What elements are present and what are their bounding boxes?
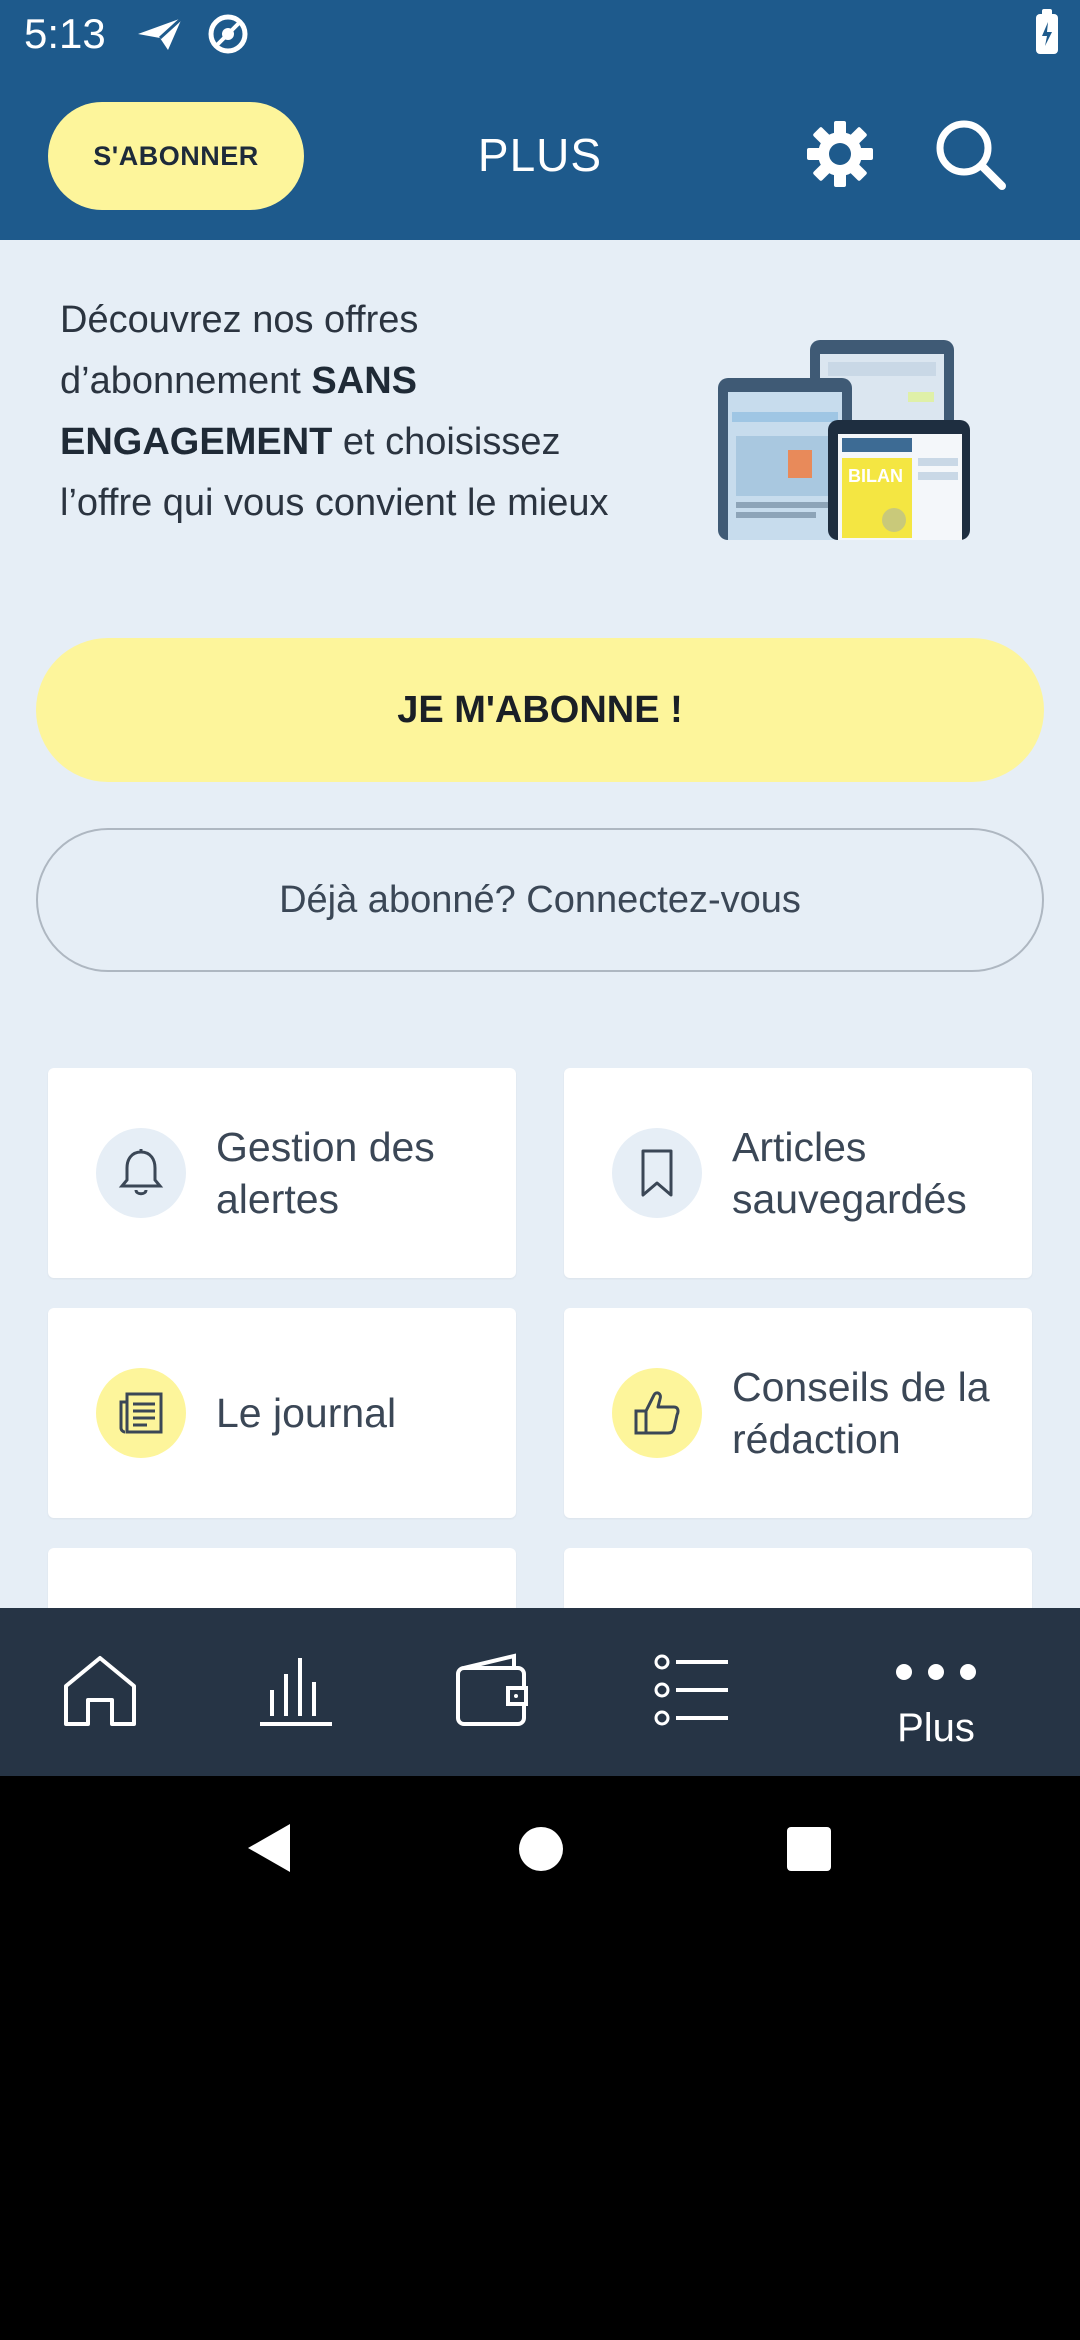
- system-nav-bar: [0, 1776, 1080, 1922]
- newspaper-icon: [96, 1368, 186, 1458]
- tile-journal[interactable]: Le journal: [48, 1308, 516, 1518]
- tile-alerts[interactable]: Gestion des alertes: [48, 1068, 516, 1278]
- thumbs-up-icon: [612, 1368, 702, 1458]
- nav-wallet[interactable]: [392, 1608, 592, 1776]
- tile-saved-articles-label: Articles sauvegardés: [732, 1124, 967, 1222]
- status-bar: 5:13: [0, 0, 1080, 72]
- nav-plus[interactable]: Plus: [836, 1608, 1036, 1776]
- back-icon[interactable]: [244, 1822, 294, 1879]
- battery-icon: [1036, 9, 1058, 54]
- home-icon: [60, 1650, 140, 1735]
- nav-home[interactable]: [0, 1608, 200, 1776]
- tile-editorial-advice-label: Conseils de la rédaction: [732, 1364, 990, 1462]
- chart-icon: [256, 1650, 336, 1735]
- status-icons: [136, 12, 250, 61]
- tile-partial-right[interactable]: [564, 1548, 1032, 1608]
- bell-icon: [96, 1128, 186, 1218]
- recents-square-icon[interactable]: [786, 1826, 832, 1877]
- settings-button[interactable]: [800, 116, 880, 196]
- subscribe-cta-button[interactable]: JE M'ABONNE !: [36, 638, 1044, 782]
- app-bar: S'ABONNER PLUS: [0, 72, 1080, 240]
- location-off-icon: [206, 12, 250, 61]
- tile-editorial-advice[interactable]: Conseils de la rédaction: [564, 1308, 1032, 1518]
- login-button[interactable]: Déjà abonné? Connectez-vous: [36, 828, 1044, 972]
- gear-icon: [803, 117, 877, 196]
- promo-text: Découvrez nos offres d’abonnement SANS E…: [60, 290, 640, 534]
- search-button[interactable]: [930, 116, 1010, 196]
- tile-alerts-label: Gestion des alertes: [216, 1124, 435, 1222]
- page-title: PLUS: [477, 129, 603, 181]
- status-time: 5:13: [24, 10, 106, 57]
- search-icon: [932, 116, 1008, 197]
- devices-illustration: BILAN: [718, 340, 978, 540]
- tile-journal-label: Le journal: [216, 1390, 397, 1436]
- tile-partial-left[interactable]: [48, 1548, 516, 1608]
- list-icon: [652, 1650, 732, 1735]
- app-screen: 5:13 S'ABONNER PLUS Découvrez nos offres…: [0, 0, 1080, 2340]
- wallet-icon: [452, 1650, 532, 1735]
- home-circle-icon[interactable]: [518, 1826, 564, 1877]
- nav-markets[interactable]: [196, 1608, 396, 1776]
- tile-saved-articles[interactable]: Articles sauvegardés: [564, 1068, 1032, 1278]
- subscribe-button[interactable]: S'ABONNER: [48, 102, 304, 210]
- nav-plus-label: Plus: [897, 1706, 975, 1750]
- bottom-nav: Plus: [0, 1608, 1080, 1776]
- main-content: Découvrez nos offres d’abonnement SANS E…: [0, 240, 1080, 1608]
- send-icon: [136, 14, 184, 59]
- svg-text:BILAN: BILAN: [848, 466, 903, 486]
- nav-list[interactable]: [592, 1608, 792, 1776]
- bookmark-icon: [612, 1128, 702, 1218]
- more-icon: [894, 1662, 978, 1687]
